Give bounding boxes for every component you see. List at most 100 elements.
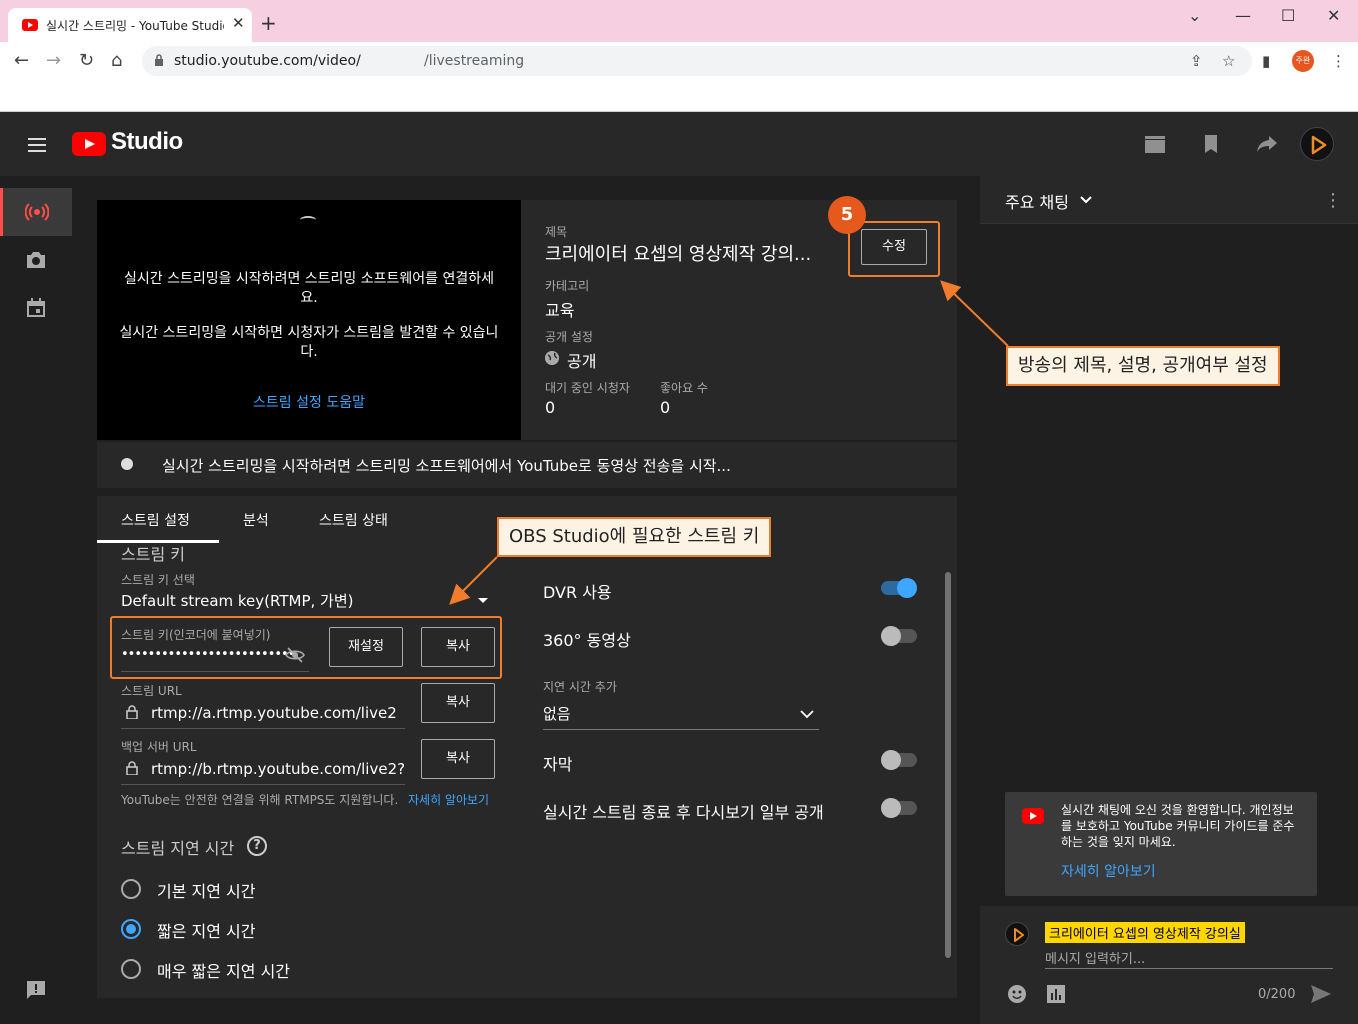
- help-icon[interactable]: ?: [247, 836, 267, 856]
- edit-callout: 방송의 제목, 설명, 공개여부 설정: [1006, 346, 1280, 386]
- dvr-toggle[interactable]: [881, 578, 917, 598]
- studio-brand: Studio: [111, 128, 183, 155]
- likes-label: 좋아요 수: [660, 381, 708, 395]
- stream-url-underline: [121, 728, 405, 729]
- vr360-toggle[interactable]: [881, 626, 917, 646]
- tab-stream-health[interactable]: 스트림 상태: [319, 510, 388, 530]
- copy-url-button[interactable]: 복사: [421, 683, 495, 723]
- delay-select[interactable]: 없음: [543, 703, 571, 724]
- browser-toolbar: ← → ↻ ⌂ studio.youtube.com/video/ /lives…: [0, 42, 1358, 80]
- rail-item-live[interactable]: [0, 188, 72, 236]
- lock-icon: [155, 54, 163, 66]
- youtube-logo-icon[interactable]: [72, 132, 106, 156]
- stream-key-select-label: 스트림 키 선택: [121, 573, 195, 587]
- more-vert-icon[interactable]: ⋮: [1324, 190, 1342, 211]
- side-panel-icon[interactable]: ▮: [1262, 52, 1270, 70]
- channel-avatar[interactable]: [1300, 127, 1334, 161]
- globe-icon: [545, 351, 559, 365]
- youtube-logo-icon: [1022, 808, 1044, 824]
- chat-learn-more-link[interactable]: 자세히 알아보기: [1061, 861, 1156, 881]
- step-badge: 5: [828, 196, 866, 234]
- backup-url-label: 백업 서버 URL: [121, 740, 197, 754]
- stream-setup-help-link[interactable]: 스트림 설정 도움말: [97, 392, 521, 412]
- send-icon[interactable]: [1310, 984, 1332, 1004]
- backup-url-underline: [121, 784, 405, 785]
- chat-input[interactable]: 메시지 입력하기...: [1045, 948, 1145, 967]
- reload-icon[interactable]: ↻: [79, 50, 94, 71]
- dvr-label: DVR 사용: [543, 583, 612, 602]
- calendar-icon[interactable]: [24, 296, 48, 320]
- video-title: 크리에이터 요셉의 영상제작 강의...: [545, 244, 812, 265]
- composer-username: 크리에이터 요셉의 영상제작 강의실: [1045, 922, 1245, 943]
- chat-input-underline: [1045, 968, 1333, 969]
- profile-avatar[interactable]: 주완: [1292, 50, 1314, 72]
- window-close-button[interactable]: ✕: [1327, 6, 1340, 25]
- chevron-down-icon[interactable]: [800, 710, 814, 719]
- chat-mode-select[interactable]: 주요 채팅: [1005, 189, 1069, 213]
- tab-search-icon[interactable]: ⌄: [1188, 6, 1201, 25]
- emoji-icon[interactable]: [1007, 984, 1027, 1004]
- waiting-viewers-label: 대기 중인 시청자: [545, 381, 630, 395]
- browser-chrome: 실시간 스트리밍 - YouTube Studio ✕ + ⌄ — ☐ ✕ ← …: [0, 0, 1358, 112]
- hamburger-menu-icon[interactable]: [28, 138, 46, 152]
- radio-normal-latency-label: 기본 지연 시간: [157, 882, 256, 901]
- clapperboard-icon[interactable]: [1144, 134, 1166, 154]
- radio-low-latency[interactable]: [121, 919, 141, 939]
- maximize-button[interactable]: ☐: [1281, 6, 1295, 25]
- chat-welcome-text: 실시간 채팅에 오신 것을 환영합니다. 개인정보를 보호하고 YouTube …: [1061, 803, 1295, 849]
- chat-panel: [980, 176, 1358, 1024]
- backup-url-value: rtmp://b.rtmp.youtube.com/live2?: [151, 760, 406, 778]
- likes-value: 0: [660, 398, 671, 417]
- rtmps-learn-more-link[interactable]: 자세히 알아보기: [408, 791, 489, 808]
- feedback-icon[interactable]: [24, 978, 48, 1002]
- chevron-down-icon[interactable]: [1080, 196, 1092, 204]
- copy-backup-url-button[interactable]: 복사: [421, 739, 495, 779]
- forward-icon[interactable]: →: [46, 50, 61, 71]
- minimize-button[interactable]: —: [1235, 6, 1251, 25]
- settings-scrollbar[interactable]: [945, 572, 951, 958]
- browser-tab[interactable]: 실시간 스트리밍 - YouTube Studio ✕: [8, 8, 252, 42]
- visibility-label: 공개 설정: [545, 330, 593, 344]
- tab-title: 실시간 스트리밍 - YouTube Studio: [46, 19, 224, 33]
- edit-highlight-box: [848, 221, 940, 277]
- radio-low-latency-label: 짧은 지연 시간: [157, 922, 256, 941]
- live-broadcast-icon: [25, 203, 49, 221]
- tab-strip: 실시간 스트리밍 - YouTube Studio ✕ + ⌄ — ☐ ✕: [0, 0, 1358, 42]
- rtmps-note: YouTube는 안전한 연결을 위해 RTMPS도 지원합니다.: [121, 793, 399, 807]
- tab-stream-settings[interactable]: 스트림 설정: [121, 510, 190, 530]
- captions-toggle[interactable]: [881, 750, 917, 770]
- replay-toggle[interactable]: [881, 798, 917, 818]
- menu-icon[interactable]: ⋮: [1331, 52, 1346, 70]
- delay-label: 지연 시간 추가: [543, 680, 617, 694]
- tab-close-icon[interactable]: ✕: [232, 14, 245, 32]
- tab-analytics[interactable]: 분석: [243, 510, 269, 530]
- composer-avatar: [1005, 922, 1029, 946]
- camera-icon[interactable]: [24, 248, 48, 272]
- share-icon[interactable]: ⇪: [1190, 52, 1203, 70]
- dropdown-arrow-icon[interactable]: [478, 598, 488, 603]
- radio-ultra-low-latency[interactable]: [121, 959, 141, 979]
- status-text: 실시간 스트리밍을 시작하려면 스트리밍 소프트웨어에서 YouTube로 동영…: [162, 457, 731, 475]
- address-bar[interactable]: studio.youtube.com/video/ /livestreaming: [142, 46, 1252, 76]
- youtube-favicon-icon: [22, 19, 38, 31]
- url-path: /livestreaming: [424, 53, 525, 69]
- category-label: 카테고리: [545, 279, 590, 293]
- bookmark-star-icon[interactable]: ☆: [1222, 52, 1235, 70]
- stream-url-label: 스트림 URL: [121, 684, 182, 698]
- studio-header: Studio: [0, 112, 1358, 176]
- back-icon[interactable]: ←: [14, 50, 29, 71]
- home-icon[interactable]: ⌂: [111, 50, 122, 71]
- new-tab-button[interactable]: +: [260, 11, 277, 35]
- status-dot-icon: [121, 458, 133, 470]
- left-rail: [0, 176, 72, 1024]
- visibility-value: 공개: [567, 352, 597, 371]
- stream-key-select[interactable]: Default stream key(RTMP, 가변): [121, 590, 354, 611]
- poll-icon[interactable]: [1047, 985, 1065, 1003]
- share-arrow-icon[interactable]: [1256, 134, 1278, 154]
- replay-label: 실시간 스트림 종료 후 다시보기 일부 공개: [543, 803, 824, 822]
- captions-label: 자막: [543, 755, 573, 774]
- latency-title: 스트림 지연 시간: [121, 839, 235, 858]
- radio-normal-latency[interactable]: [121, 879, 141, 899]
- stream-key-section-title: 스트림 키: [121, 545, 185, 564]
- bookmark-icon[interactable]: [1200, 134, 1222, 154]
